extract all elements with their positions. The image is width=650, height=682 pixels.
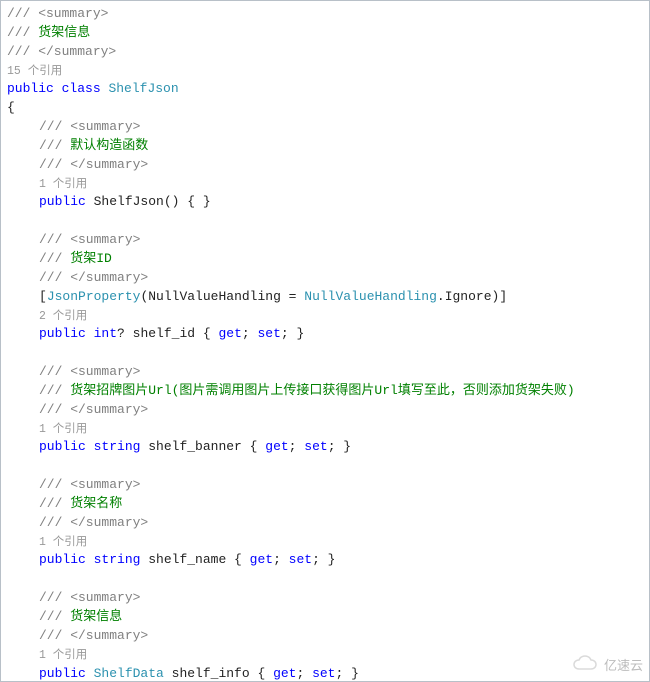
blank-line <box>7 457 643 476</box>
xml-doc-line: /// <summary> <box>7 118 643 137</box>
xml-doc-line: /// <summary> <box>7 476 643 495</box>
xml-doc-text: 货架名称 <box>70 496 122 511</box>
reference-count[interactable]: 1 个引用 <box>39 649 87 662</box>
type-string: string <box>94 552 141 567</box>
type-int: int <box>94 326 117 341</box>
attribute-type: JsonProperty <box>47 289 141 304</box>
codelens-line[interactable]: 1 个引用 <box>7 175 643 194</box>
blank-line <box>7 570 643 589</box>
xml-doc-line: /// 默认构造函数 <box>7 137 643 156</box>
xml-doc-line: /// <summary> <box>7 363 643 382</box>
xml-doc-line: /// <summary> <box>7 231 643 250</box>
xml-doc-line: /// </summary> <box>7 514 643 533</box>
xml-doc-line: /// </summary> <box>7 269 643 288</box>
xml-doc: /// <summary> <box>7 6 108 21</box>
xml-doc-line: /// 货架ID <box>7 250 643 269</box>
xml-doc-line: /// 货架信息 <box>7 24 643 43</box>
reference-count[interactable]: 2 个引用 <box>39 310 87 323</box>
xml-doc-line: /// </summary> <box>7 156 643 175</box>
type-string: string <box>94 439 141 454</box>
codelens-line[interactable]: 1 个引用 <box>7 533 643 552</box>
codelens-line[interactable]: 1 个引用 <box>7 420 643 439</box>
xml-doc-line: /// <summary> <box>7 589 643 608</box>
keyword-class: class <box>62 81 101 96</box>
xml-doc-text: 货架招牌图片Url(图片需调用图片上传接口获得图片Url填写至此，否则添加货架失… <box>70 383 574 398</box>
xml-doc-text: 货架信息 <box>38 25 90 40</box>
blank-line <box>7 344 643 363</box>
codelens-line[interactable]: 1 个引用 <box>7 646 643 665</box>
xml-doc-line: /// 货架招牌图片Url(图片需调用图片上传接口获得图片Url填写至此，否则添… <box>7 382 643 401</box>
xml-doc-line: /// </summary> <box>7 43 643 62</box>
cloud-icon <box>572 655 600 677</box>
brace-open: { <box>7 99 643 118</box>
xml-doc-text: 默认构造函数 <box>70 138 148 153</box>
type-name: ShelfData <box>94 666 164 681</box>
type-name: ShelfJson <box>108 81 178 96</box>
xml-doc-line: /// <summary> <box>7 5 643 24</box>
keyword-public: public <box>7 81 54 96</box>
reference-count[interactable]: 1 个引用 <box>39 178 87 191</box>
class-declaration: public class ShelfJson <box>7 80 643 99</box>
attribute-line: [JsonProperty(NullValueHandling = NullVa… <box>7 288 643 307</box>
blank-line <box>7 212 643 231</box>
xml-doc-line: /// </summary> <box>7 627 643 646</box>
codelens-line[interactable]: 15 个引用 <box>7 62 643 81</box>
xml-doc-line: /// 货架名称 <box>7 495 643 514</box>
watermark: 亿速云 <box>572 655 643 677</box>
code-editor-pane: /// <summary> /// 货架信息 /// </summary> 15… <box>0 0 650 682</box>
reference-count[interactable]: 1 个引用 <box>39 536 87 549</box>
xml-doc-line: /// </summary> <box>7 401 643 420</box>
xml-doc-text: 货架信息 <box>70 609 122 624</box>
xml-doc: /// </summary> <box>7 44 116 59</box>
watermark-text: 亿速云 <box>604 657 643 676</box>
xml-doc-text: 货架ID <box>70 251 112 266</box>
codelens-line[interactable]: 2 个引用 <box>7 307 643 326</box>
constructor-declaration: public ShelfJson() { } <box>7 193 643 212</box>
reference-count[interactable]: 15 个引用 <box>7 65 62 78</box>
xml-doc-prefix: /// <box>7 25 38 40</box>
reference-count[interactable]: 1 个引用 <box>39 423 87 436</box>
property-declaration: public ShelfData shelf_info { get; set; … <box>7 665 643 682</box>
property-declaration: public string shelf_banner { get; set; } <box>7 438 643 457</box>
xml-doc-line: /// 货架信息 <box>7 608 643 627</box>
property-declaration: public string shelf_name { get; set; } <box>7 551 643 570</box>
property-declaration: public int? shelf_id { get; set; } <box>7 325 643 344</box>
